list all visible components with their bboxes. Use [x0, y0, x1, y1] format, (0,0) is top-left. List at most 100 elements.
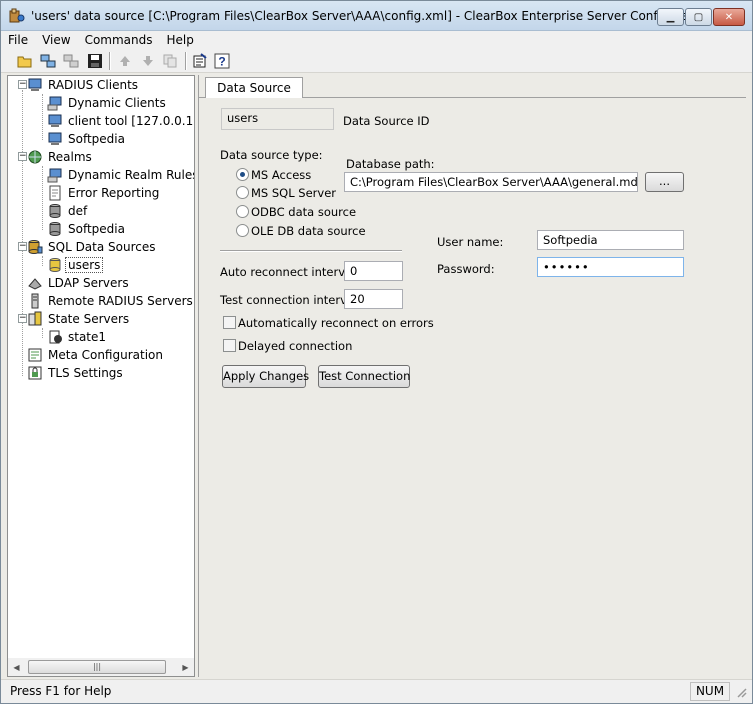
close-button[interactable]: ✕: [713, 8, 745, 26]
tree-item-label: Softpedia: [68, 132, 125, 146]
password-input[interactable]: ••••••: [537, 257, 684, 277]
tree-connector: [22, 90, 23, 376]
tree-item-meta-configuration[interactable]: Meta Configuration: [26, 346, 165, 364]
move-up-button[interactable]: [115, 52, 135, 70]
maximize-button[interactable]: ▢: [685, 8, 712, 26]
menu-view[interactable]: View: [35, 31, 77, 49]
auto-reconnect-errors-checkbox[interactable]: [223, 316, 236, 329]
radio-ms-sql-server[interactable]: [236, 186, 249, 199]
help-button[interactable]: ?: [212, 52, 232, 70]
status-help-text: Press F1 for Help: [10, 684, 112, 698]
tree-item-remote-radius-servers[interactable]: Remote RADIUS Servers: [26, 292, 194, 310]
maximize-icon: ▢: [693, 11, 704, 23]
username-input[interactable]: Softpedia: [537, 230, 684, 250]
database-icon: [46, 257, 64, 273]
collapse-toggle[interactable]: −: [18, 242, 27, 251]
menu-file[interactable]: File: [1, 31, 35, 49]
tree-item-label: Error Reporting: [68, 186, 160, 200]
delayed-connection-label[interactable]: Delayed connection: [238, 339, 352, 353]
browse-button[interactable]: ...: [645, 172, 684, 192]
grip-icon: |||: [92, 662, 102, 671]
tree-connector: [42, 256, 43, 266]
auto-reconnect-interval-input[interactable]: 0: [344, 261, 403, 281]
tree-item-dynamic-clients[interactable]: Dynamic Clients: [46, 94, 168, 112]
connect-button[interactable]: [38, 52, 58, 70]
tree-horizontal-scrollbar[interactable]: ◀ ||| ▶: [8, 658, 194, 676]
tree-item-dynamic-realm-rules[interactable]: Dynamic Realm Rules: [46, 166, 194, 184]
num-lock-indicator: NUM: [690, 682, 730, 701]
tree-item-tls-settings[interactable]: TLS Settings: [26, 364, 125, 382]
test-connection-interval-input[interactable]: 20: [344, 289, 403, 309]
minimize-button[interactable]: ▁: [657, 8, 684, 26]
tree-item-label: def: [68, 204, 88, 218]
tree-item-label: Realms: [48, 150, 92, 164]
radio-odbc-data-source[interactable]: [236, 205, 249, 218]
tree-item-realms[interactable]: Realms: [26, 148, 94, 166]
open-button[interactable]: [15, 52, 35, 70]
collapse-toggle[interactable]: −: [18, 80, 27, 89]
data-source-id-field[interactable]: users: [221, 108, 334, 130]
test-connection-interval-label: Test connection interval:: [220, 293, 362, 307]
tree-item-label: users: [64, 257, 104, 273]
tree-item-label: Dynamic Clients: [68, 96, 166, 110]
scrollbar-thumb[interactable]: |||: [28, 660, 166, 674]
radio-ms-access[interactable]: [236, 168, 249, 181]
radio-ole-db-data-source[interactable]: [236, 224, 249, 237]
tree-item-def[interactable]: def: [46, 202, 89, 220]
tree-connector: [42, 94, 43, 140]
radio-label-ms-sql-server[interactable]: MS SQL Server: [251, 186, 336, 200]
test-connection-button[interactable]: Test Connection: [318, 365, 410, 388]
tree-item-label: state1: [68, 330, 107, 344]
tree-item-label: Meta Configuration: [48, 348, 163, 362]
password-label: Password:: [437, 262, 495, 276]
resize-grip-icon[interactable]: [734, 685, 748, 699]
apply-changes-button[interactable]: Apply Changes: [222, 365, 309, 388]
auto-reconnect-errors-label[interactable]: Automatically reconnect on errors: [238, 316, 434, 330]
save-button[interactable]: [85, 52, 105, 70]
tree-item-error-reporting[interactable]: Error Reporting: [46, 184, 161, 202]
radio-label-odbc-data-source[interactable]: ODBC data source: [251, 205, 356, 219]
arrow-down-icon: [143, 56, 153, 66]
tree-item-state1[interactable]: state1: [46, 328, 108, 346]
database-path-input[interactable]: C:\Program Files\ClearBox Server\AAA\gen…: [344, 172, 638, 192]
tree-item-softpedia-realm[interactable]: Softpedia: [46, 220, 127, 238]
state-icon: [46, 329, 64, 345]
network-icon: [40, 54, 56, 68]
window-title: 'users' data source [C:\Program Files\Cl…: [31, 9, 706, 23]
tree-item-users[interactable]: users: [46, 256, 104, 274]
properties-button[interactable]: [190, 52, 210, 70]
minimize-icon: ▁: [666, 11, 675, 23]
tree-item-label: LDAP Servers: [48, 276, 129, 290]
tree-item-radius-clients[interactable]: RADIUS Clients: [26, 76, 140, 94]
tree-item-label: SQL Data Sources: [48, 240, 156, 254]
move-down-button[interactable]: [138, 52, 158, 70]
tree-connector: [42, 328, 43, 338]
menu-commands[interactable]: Commands: [78, 31, 160, 49]
section-separator: [220, 250, 402, 252]
tree-item-softpedia-client[interactable]: Softpedia: [46, 130, 127, 148]
collapse-toggle[interactable]: −: [18, 314, 27, 323]
rules-icon: [46, 167, 64, 183]
properties-icon: [193, 53, 207, 68]
tree-item-label: RADIUS Clients: [48, 78, 139, 92]
title-bar[interactable]: 'users' data source [C:\Program Files\Cl…: [1, 1, 752, 31]
data-source-id-label: Data Source ID: [343, 114, 430, 128]
tab-data-source[interactable]: Data Source: [205, 77, 303, 98]
tls-icon: [26, 365, 44, 381]
copy-button[interactable]: [160, 52, 180, 70]
delayed-connection-checkbox[interactable]: [223, 339, 236, 352]
navigation-tree[interactable]: RADIUS Clients − Dynamic Clients client …: [8, 76, 194, 658]
scroll-left-button[interactable]: ◀: [8, 658, 25, 676]
tree-item-sql-data-sources[interactable]: SQL Data Sources: [26, 238, 158, 256]
tree-item-client-tool[interactable]: client tool [127.0.0.1]: [46, 112, 194, 130]
tree-item-ldap-servers[interactable]: LDAP Servers: [26, 274, 131, 292]
menu-help[interactable]: Help: [160, 31, 201, 49]
radio-label-ole-db-data-source[interactable]: OLE DB data source: [251, 224, 366, 238]
radio-label-ms-access[interactable]: MS Access: [251, 168, 311, 182]
scroll-right-button[interactable]: ▶: [177, 658, 194, 676]
disconnect-button[interactable]: [61, 52, 81, 70]
collapse-toggle[interactable]: −: [18, 152, 27, 161]
arrow-left-icon: ◀: [13, 662, 20, 672]
tree-item-state-servers[interactable]: State Servers: [26, 310, 131, 328]
navigation-tree-pane: RADIUS Clients − Dynamic Clients client …: [7, 75, 195, 677]
